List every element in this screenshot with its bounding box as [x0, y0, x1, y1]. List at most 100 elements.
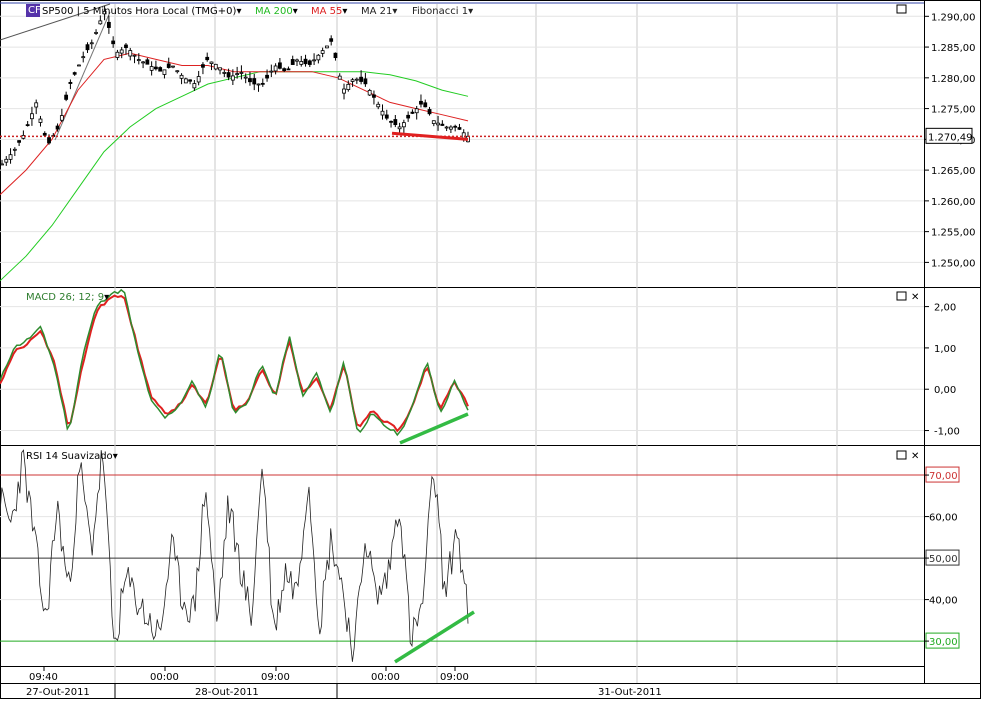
macd-tick-label: 0,00 — [934, 385, 956, 396]
hour-tick-label: 00:00 — [150, 672, 179, 683]
indicator-ma21[interactable]: MA 21▾ — [361, 6, 397, 17]
indicator-fibonacci[interactable]: Fibonacci 1▾ — [412, 6, 473, 17]
price-tick-label: 1.265,00 — [931, 166, 976, 177]
interval-label: 5 Minutos — [83, 6, 132, 17]
candle-body — [329, 38, 334, 42]
hour-tick-label: 09:00 — [261, 672, 290, 683]
candle-body — [85, 44, 90, 51]
candle-body — [372, 94, 376, 98]
candle-body — [423, 102, 428, 108]
candle-body — [179, 74, 184, 79]
current-price-label: 1.270,49 — [928, 132, 973, 143]
candle-body — [248, 78, 252, 83]
candle-body — [4, 158, 9, 163]
candle-body — [132, 54, 137, 57]
candle-body — [209, 61, 214, 64]
candle-body — [380, 110, 385, 116]
candle-body — [457, 127, 462, 130]
candle-body — [448, 126, 453, 130]
maximize-price-panel-icon[interactable] — [896, 4, 907, 14]
rsi-panel-label[interactable]: RSI 14 Suavizado▾ — [26, 451, 118, 462]
candle-body — [77, 64, 81, 67]
macd-tick-label: 1,00 — [934, 344, 956, 355]
candle-body — [196, 76, 201, 83]
candle-body — [286, 68, 291, 71]
candle-body — [444, 126, 449, 129]
candle-body — [389, 120, 393, 123]
hour-tick-label: 09:40 — [29, 672, 58, 683]
candle-body — [260, 82, 265, 85]
indicator-ma200[interactable]: MA 200▾ — [255, 6, 298, 17]
symbol-label: SP500 — [42, 6, 73, 17]
candle-body — [397, 126, 402, 130]
candle-body — [158, 67, 163, 72]
candle-body — [333, 52, 338, 59]
candle-body — [453, 125, 458, 128]
chart-canvas: 1.290,001.285,001.280,001.275,001.270,00… — [0, 0, 981, 699]
symbol-title[interactable]: SP500 | 5 Minutos Hora Local (TMG+0)▾ — [42, 6, 241, 17]
candle-body — [12, 148, 17, 151]
candle-body — [38, 118, 43, 123]
candle-body — [406, 114, 411, 119]
candle-body — [149, 66, 154, 71]
candle-body — [427, 109, 432, 115]
candle-body — [230, 75, 235, 81]
candle-body — [128, 50, 133, 57]
candle-body — [282, 68, 287, 72]
candle-body — [8, 154, 13, 160]
candle-body — [47, 137, 51, 144]
candle-body — [213, 63, 218, 70]
maximize-macd-panel-icon[interactable] — [896, 291, 907, 301]
trading-chart: 1.290,001.285,001.280,001.275,001.270,00… — [0, 0, 981, 699]
candle-body — [154, 66, 158, 70]
candle-body — [25, 124, 30, 127]
candle-body — [72, 72, 77, 75]
candle-body — [312, 59, 316, 62]
price-tick-label: 1.275,00 — [931, 105, 976, 116]
close-macd-panel-icon[interactable]: ✕ — [911, 292, 919, 303]
candle-body — [166, 63, 171, 68]
candle-body — [269, 70, 274, 73]
timezone-label: Hora Local (TMG+0) — [135, 6, 236, 17]
candle-body — [183, 78, 188, 84]
price-tick-label: 1.280,00 — [931, 74, 976, 85]
maximize-rsi-panel-icon[interactable] — [896, 450, 907, 460]
close-rsi-panel-icon[interactable]: ✕ — [911, 451, 919, 462]
date-label: 28-Out-2011 — [195, 687, 259, 698]
candle-body — [431, 120, 436, 124]
candle-body — [265, 74, 269, 79]
price-tick-label: 1.260,00 — [931, 197, 976, 208]
candle-body — [222, 72, 227, 74]
candle-body — [64, 94, 69, 100]
candle-body — [410, 111, 415, 114]
date-label: 31-Out-2011 — [598, 687, 662, 698]
rsi-tick-label: 60,00 — [929, 513, 958, 524]
macd-tick-label: -1,00 — [934, 427, 960, 438]
candle-body — [414, 108, 419, 114]
candle-body — [325, 45, 329, 49]
indicator-ma55[interactable]: MA 55▾ — [311, 6, 347, 17]
macd-tick-label: 2,00 — [934, 303, 956, 314]
candle-body — [436, 122, 440, 126]
candle-body — [98, 20, 103, 25]
candle-body — [320, 50, 325, 54]
rsi-tick-label: 30,00 — [929, 637, 958, 648]
candle-body — [342, 88, 346, 94]
date-label: 27-Out-2011 — [26, 687, 90, 698]
candle-body — [303, 58, 308, 65]
candle-body — [17, 140, 22, 143]
hour-tick-label: 09:00 — [440, 672, 469, 683]
candle-body — [354, 78, 359, 81]
candle-body — [218, 67, 222, 71]
candle-body — [141, 61, 145, 64]
candle-body — [243, 76, 248, 79]
price-tick-label: 1.285,00 — [931, 43, 976, 54]
candle-body — [175, 70, 180, 73]
candle-body — [30, 113, 34, 120]
candle-body — [307, 60, 312, 65]
candle-body — [201, 64, 205, 68]
candle-body — [299, 61, 304, 65]
macd-panel-label[interactable]: MACD 26; 12; 9▾ — [26, 292, 109, 303]
candle-body — [106, 21, 111, 28]
candle-body — [316, 54, 321, 61]
